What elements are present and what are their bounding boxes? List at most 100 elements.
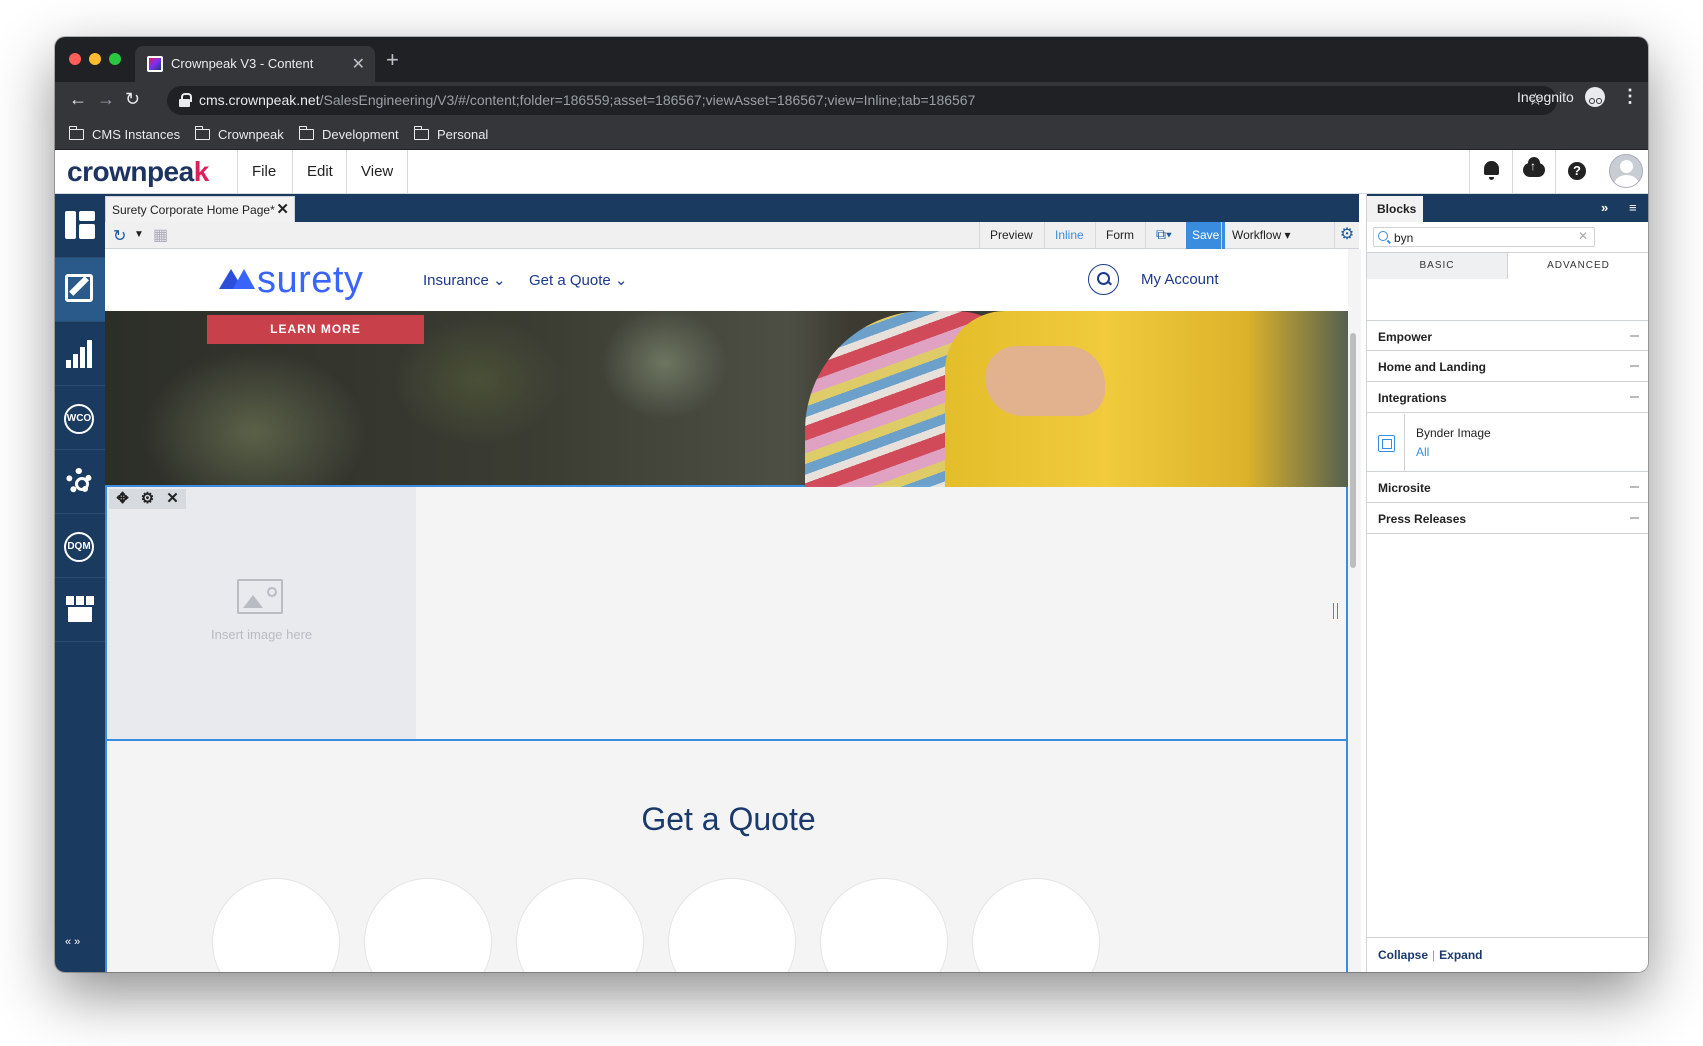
- document-tab[interactable]: Surety Corporate Home Page* ✕: [105, 196, 295, 222]
- bookmark-cms-instances[interactable]: CMS Instances: [68, 126, 180, 142]
- workflow-button[interactable]: Workflow ▾: [1221, 222, 1300, 249]
- save-button[interactable]: Save: [1186, 222, 1226, 249]
- sidebar-item-dashboard[interactable]: [55, 194, 105, 258]
- move-icon[interactable]: ✥: [110, 489, 135, 509]
- bookmark-personal[interactable]: Personal: [413, 126, 488, 142]
- site-search-icon[interactable]: [1088, 264, 1119, 295]
- browser-menu-icon[interactable]: ⋮: [1621, 87, 1639, 105]
- preview-button[interactable]: Preview: [979, 222, 1043, 249]
- clear-search-icon[interactable]: ✕: [1578, 229, 1588, 243]
- collapse-all-link[interactable]: Collapse: [1378, 948, 1428, 962]
- refresh-icon[interactable]: ↻: [113, 226, 126, 246]
- sidebar-item-analytics[interactable]: [55, 322, 105, 386]
- quote-option-circle[interactable]: [668, 878, 796, 972]
- delete-block-icon[interactable]: ✕: [160, 489, 185, 509]
- url-host: cms.crownpeak.net: [199, 92, 320, 108]
- help-icon: ?: [1568, 162, 1586, 180]
- sidebar-item-dqm[interactable]: DQM: [55, 514, 105, 578]
- help-button[interactable]: ?: [1555, 150, 1598, 194]
- grid-icon[interactable]: ▦: [153, 225, 168, 245]
- close-window-button[interactable]: [69, 53, 81, 65]
- back-arrow-icon[interactable]: ←: [69, 90, 87, 108]
- quote-option-circle[interactable]: [364, 878, 492, 972]
- tab-advanced[interactable]: ADVANCED: [1508, 253, 1648, 279]
- sidebar-item-marketplace[interactable]: [55, 578, 105, 642]
- blocks-search-input[interactable]: byn ✕: [1373, 227, 1595, 247]
- surety-logo-text[interactable]: surety: [257, 259, 363, 302]
- editable-block[interactable]: Insert image here ✥ ⚙ ✕: [105, 487, 1348, 741]
- category-microsite[interactable]: Microsite: [1367, 472, 1648, 503]
- quote-option-circle[interactable]: [212, 878, 340, 972]
- sidebar-item-settings[interactable]: [55, 450, 105, 514]
- open-external-icon[interactable]: ⧉▾: [1145, 222, 1182, 249]
- minimize-window-button[interactable]: [89, 53, 101, 65]
- bookmark-development[interactable]: Development: [298, 126, 399, 142]
- hero-image: LEARN MORE: [105, 311, 1348, 487]
- block-settings-icon[interactable]: ⚙: [135, 489, 160, 509]
- inline-button[interactable]: Inline: [1044, 222, 1094, 249]
- refresh-dropdown-icon[interactable]: ▼: [134, 229, 144, 240]
- nav-insurance[interactable]: Insurance ⌄: [423, 271, 506, 289]
- new-tab-button[interactable]: +: [386, 49, 399, 71]
- gear-icon: [66, 468, 92, 494]
- block-bynder-image[interactable]: Bynder Image All: [1367, 414, 1648, 472]
- collapse-dash-icon: [1630, 365, 1639, 367]
- quote-option-circle[interactable]: [820, 878, 948, 972]
- category-home-and-landing[interactable]: Home and Landing: [1367, 351, 1648, 382]
- user-avatar[interactable]: [1609, 154, 1643, 188]
- close-tab-icon[interactable]: ✕: [352, 54, 365, 74]
- hero-hand: [985, 346, 1105, 416]
- lock-icon: [179, 93, 192, 107]
- forward-arrow-icon[interactable]: →: [97, 90, 115, 108]
- browser-tab[interactable]: Crownpeak V3 - Content ✕: [135, 46, 375, 82]
- sidebar-item-wco[interactable]: WCO: [55, 386, 105, 450]
- reload-icon[interactable]: ↻: [125, 90, 140, 108]
- search-icon: [1378, 231, 1388, 241]
- nav-get-a-quote[interactable]: Get a Quote ⌄: [529, 271, 627, 289]
- form-button[interactable]: Form: [1095, 222, 1144, 249]
- block-item-name: Bynder Image: [1416, 426, 1491, 440]
- menu-edit[interactable]: Edit: [292, 150, 347, 194]
- folder-icon: [68, 126, 84, 140]
- settings-gear-icon[interactable]: ⚙: [1334, 222, 1359, 249]
- browser-tab-title: Crownpeak V3 - Content: [171, 56, 314, 71]
- incognito-icon[interactable]: [1585, 87, 1605, 107]
- browser-window: Crownpeak V3 - Content ✕ + ← → ↻ cms.cro…: [55, 37, 1648, 972]
- blocks-tab[interactable]: Blocks: [1367, 196, 1423, 222]
- maximize-window-button[interactable]: [109, 53, 121, 65]
- address-bar[interactable]: cms.crownpeak.net/SalesEngineering/V3/#/…: [167, 86, 1557, 115]
- close-document-icon[interactable]: ✕: [276, 200, 289, 218]
- menu-view[interactable]: View: [346, 150, 409, 194]
- blocks-type-tabs: BASIC ADVANCED: [1367, 252, 1648, 279]
- store-icon: [66, 596, 94, 622]
- sidebar-item-content[interactable]: [55, 258, 105, 322]
- category-integrations[interactable]: Integrations: [1367, 382, 1648, 413]
- block-item-tag[interactable]: All: [1416, 445, 1429, 459]
- browser-toolbar: ← → ↻ cms.crownpeak.net/SalesEngineering…: [55, 82, 1648, 119]
- expand-all-link[interactable]: Expand: [1439, 948, 1482, 962]
- quote-option-circle[interactable]: [972, 878, 1100, 972]
- category-empower[interactable]: Empower: [1367, 320, 1648, 351]
- quote-option-circle[interactable]: [516, 878, 644, 972]
- canvas-scrollbar[interactable]: [1350, 333, 1356, 568]
- panel-menu-icon[interactable]: ≡: [1629, 200, 1637, 215]
- resize-handle[interactable]: [1333, 603, 1338, 619]
- edit-icon: [65, 274, 93, 302]
- my-account-link[interactable]: My Account: [1141, 271, 1219, 288]
- category-press-releases[interactable]: Press Releases: [1367, 503, 1648, 534]
- document-tab-label: Surety Corporate Home Page*: [112, 203, 275, 217]
- expand-panel-icon[interactable]: »: [1601, 200, 1608, 215]
- sidebar-collapse-toggle[interactable]: « »: [65, 936, 80, 948]
- upload-button[interactable]: [1512, 150, 1555, 194]
- incognito-label: Incognito: [1517, 89, 1574, 105]
- tab-basic[interactable]: BASIC: [1367, 253, 1508, 279]
- folder-icon: [298, 126, 314, 140]
- menu-file[interactable]: File: [237, 150, 290, 194]
- blocks-panel: Blocks » ≡ byn ✕ BASIC ADVANCED Empower …: [1366, 194, 1648, 972]
- bookmark-crownpeak[interactable]: Crownpeak: [194, 126, 284, 142]
- cms-header: crownpeak File Edit View ?: [55, 150, 1648, 194]
- image-dropzone[interactable]: Insert image here: [107, 487, 416, 739]
- learn-more-button[interactable]: LEARN MORE: [207, 315, 424, 344]
- notifications-button[interactable]: [1469, 150, 1512, 194]
- crownpeak-logo[interactable]: crownpeak: [67, 156, 209, 188]
